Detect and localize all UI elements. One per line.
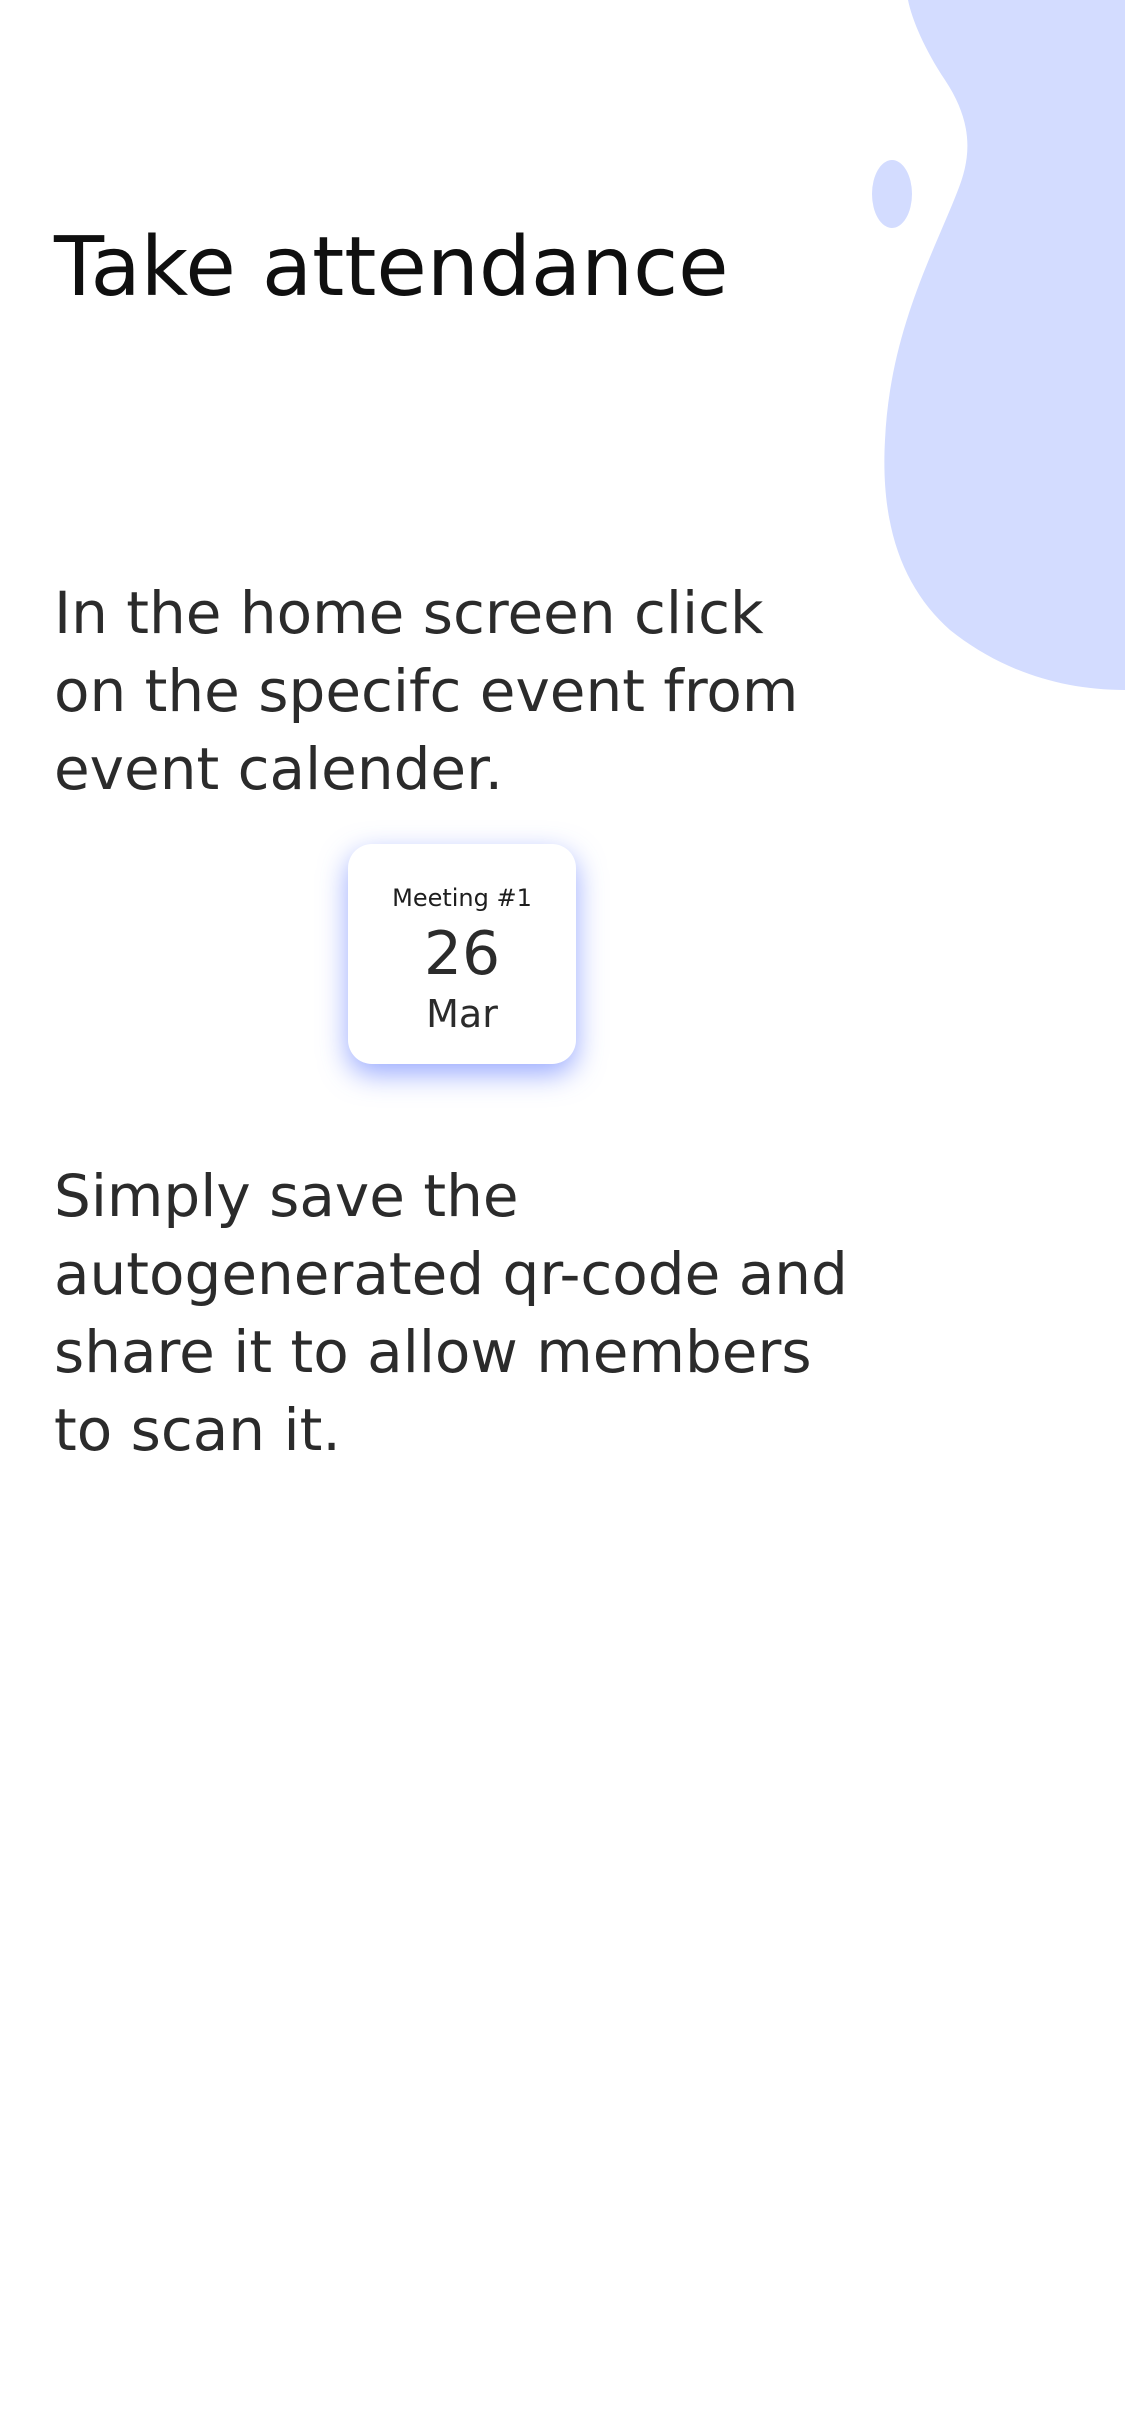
event-card[interactable]: Meeting #1 26 Mar [348, 844, 576, 1064]
step-1-text: In the home screen click on the specifc … [54, 579, 799, 803]
page-title: Take attendance [54, 220, 729, 315]
event-day: 26 [423, 919, 501, 989]
event-name: Meeting #1 [392, 884, 532, 912]
event-month: Mar [426, 992, 498, 1036]
step-2-text: Simply save the autogenerated qr-code an… [54, 1162, 848, 1464]
